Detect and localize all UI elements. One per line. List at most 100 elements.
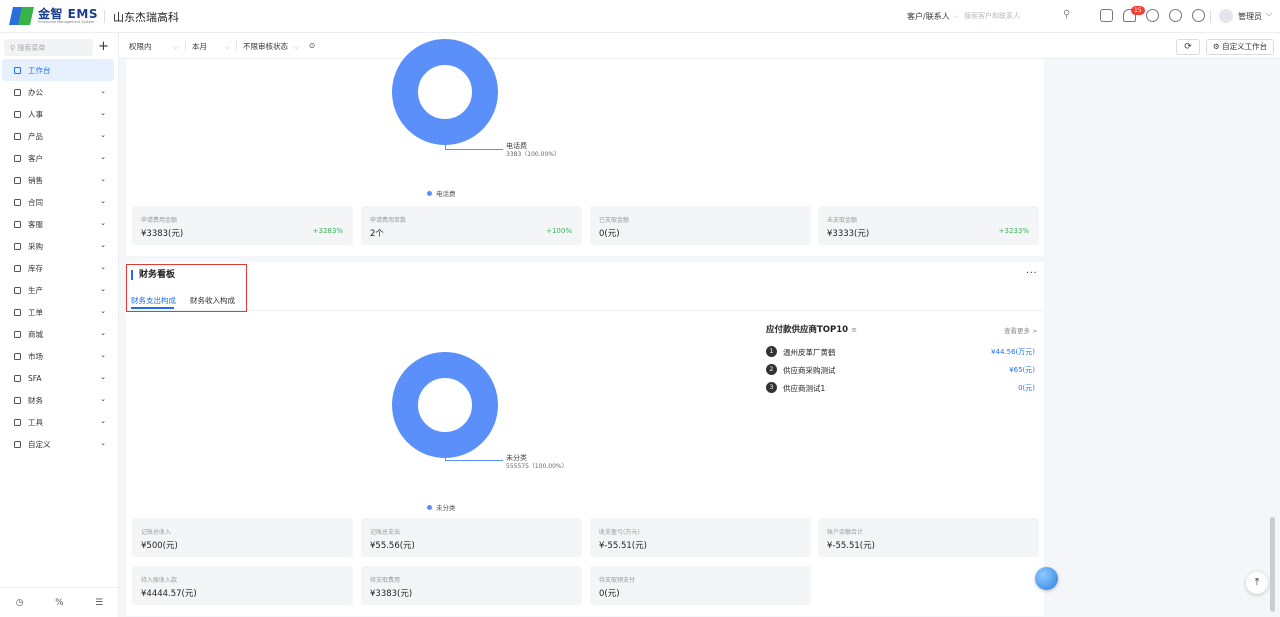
legend-dot-icon	[427, 504, 432, 510]
sidebar-item[interactable]: 产品 ⌄	[2, 125, 114, 147]
sidebar-item[interactable]: 商城 ⌄	[2, 323, 114, 345]
stat-card[interactable]: 申请费用单数 2个 +100%	[361, 206, 582, 245]
stat-title: 记账总收入	[141, 529, 172, 536]
stat-card[interactable]: 记账总收入 ¥500(元)	[132, 518, 353, 557]
customize-workspace-button[interactable]: ⚙ 自定义工作台	[1206, 39, 1274, 55]
production-icon	[14, 286, 21, 294]
finance-pie-slice[interactable]	[392, 352, 498, 458]
sidebar-item[interactable]: 客户 ⌄	[2, 147, 114, 169]
view-more-link[interactable]: 查看更多 >	[1004, 325, 1038, 335]
rank-number: 1	[766, 346, 777, 357]
username[interactable]: 管理员	[1238, 11, 1262, 22]
chevron-down-icon: ⌄	[100, 329, 106, 337]
product-icon	[14, 132, 21, 140]
sidebar-item-label: 财务	[28, 395, 43, 405]
sidebar-item[interactable]: 办公 ⌄	[2, 81, 114, 103]
contract-icon	[14, 198, 21, 206]
assistant-float-button[interactable]	[1035, 567, 1058, 590]
sidebar-item[interactable]: 合同 ⌄	[2, 191, 114, 213]
sidebar-item[interactable]: 工单 ⌄	[2, 301, 114, 323]
sidebar-item[interactable]: 生产 ⌄	[2, 279, 114, 301]
stat-value: 2个	[370, 229, 384, 239]
sort-icon[interactable]: ≡	[851, 326, 857, 334]
supplier-amount[interactable]: ¥44.56(万元)	[991, 347, 1035, 357]
dashboard-icon	[14, 66, 21, 74]
search-scope-select[interactable]: 客户/联系人 ⌵	[907, 11, 957, 22]
contacts-icon[interactable]	[1100, 9, 1113, 22]
chevron-down-icon: ⌄	[100, 307, 106, 315]
sidebar-item[interactable]: 财务 ⌄	[2, 389, 114, 411]
add-icon[interactable]: +	[98, 40, 109, 53]
scope-filter[interactable]: 权限内 ⌵	[129, 41, 178, 52]
sidebar-item[interactable]: 客服 ⌄	[2, 213, 114, 235]
clock-icon[interactable]	[1169, 9, 1182, 22]
history-icon[interactable]: ◷	[16, 598, 24, 608]
scrollbar[interactable]	[1270, 517, 1275, 612]
ranking-row[interactable]: 2 供应商采购测试 ¥65(元)	[766, 364, 1036, 376]
stat-value: ¥500(元)	[141, 541, 178, 551]
period-filter[interactable]: 本月 ⌵	[192, 41, 230, 52]
ranking-row[interactable]: 3 供应商测试1 0(元)	[766, 382, 1036, 394]
sidebar-item[interactable]: 销售 ⌄	[2, 169, 114, 191]
supplier-amount[interactable]: ¥65(元)	[1009, 365, 1035, 375]
stat-card[interactable]: 待支取费用 ¥3383(元)	[361, 566, 582, 605]
sidebar-item-label: 合同	[28, 197, 43, 207]
stat-card[interactable]: 已支取金额 0(元)	[590, 206, 811, 245]
menu-search-input[interactable]: ⚲ 搜索菜单	[4, 39, 93, 56]
stat-card[interactable]: 记账总支出 ¥55.56(元)	[361, 518, 582, 557]
finance-legend[interactable]: 未分类	[427, 502, 456, 512]
settings-icon[interactable]	[1192, 9, 1205, 22]
sidebar-item[interactable]: 市场 ⌄	[2, 345, 114, 367]
more-icon[interactable]: ···	[1026, 268, 1037, 279]
logo-subtitle: Enterprise Management System	[38, 19, 95, 24]
stat-value: 0(元)	[599, 229, 620, 239]
top-bar: 金智 EMS Enterprise Management System 山东杰瑞…	[0, 0, 1280, 33]
logo[interactable]: 金智 EMS Enterprise Management System	[9, 7, 98, 25]
stat-card[interactable]: 未支取金额 ¥3333(元) +3233%	[818, 206, 1039, 245]
sidebar-item-label: 客服	[28, 219, 43, 229]
chevron-down-icon[interactable]: ⌵	[1266, 9, 1272, 19]
stat-title: 待入账收入款	[141, 577, 178, 584]
back-to-top-icon[interactable]: ⤒	[1246, 572, 1268, 594]
sidebar-item-label: 办公	[28, 87, 43, 97]
sidebar-item[interactable]: 采购 ⌄	[2, 235, 114, 257]
ranking-row[interactable]: 1 温州皮革厂黄鹤 ¥44.56(万元)	[766, 346, 1036, 358]
chevron-down-icon: ⌄	[100, 241, 106, 249]
search-icon[interactable]: ⚲	[1063, 9, 1075, 21]
filter-settings-icon[interactable]: ⊙	[309, 41, 315, 50]
expense-legend[interactable]: 电话费	[427, 188, 456, 198]
stat-card[interactable]: 申请费用金额 ¥3383(元) +3283%	[132, 206, 353, 245]
chevron-down-icon: ⌄	[100, 417, 106, 425]
percent-icon[interactable]: %	[55, 598, 64, 608]
chevron-down-icon: ⌄	[100, 373, 106, 381]
finance-icon	[14, 396, 21, 404]
stat-card[interactable]: 待支取预支付 0(元)	[590, 566, 811, 605]
market-icon	[14, 352, 21, 360]
sidebar-item[interactable]: 库存 ⌄	[2, 257, 114, 279]
sidebar-item-label: SFA	[28, 373, 42, 383]
hr-icon	[14, 110, 21, 118]
sidebar-item[interactable]: 人事 ⌄	[2, 103, 114, 125]
sidebar-item[interactable]: 工具 ⌄	[2, 411, 114, 433]
expense-pie-slice[interactable]	[392, 39, 498, 145]
stat-card[interactable]: 账户余额合计 ¥-55.51(元)	[818, 518, 1039, 557]
sidebar-item-label: 工作台	[28, 65, 51, 75]
service-icon	[14, 220, 21, 228]
divider	[126, 310, 1044, 311]
sidebar-item[interactable]: SFA ⌄	[2, 367, 114, 389]
audit-filter[interactable]: 不限审核状态 ⌵	[243, 41, 299, 52]
global-search-input[interactable]: 搜索客户和联系人	[964, 11, 1076, 21]
stat-card[interactable]: 待入账收入款 ¥4444.57(元)	[132, 566, 353, 605]
menu-settings-icon[interactable]: ☰	[95, 598, 103, 608]
stat-card[interactable]: 收支盈亏(万元) ¥-55.51(元)	[590, 518, 811, 557]
stat-title: 收支盈亏(万元)	[599, 529, 640, 536]
sidebar-item[interactable]: 工作台	[2, 59, 114, 81]
chevron-down-icon: ⌄	[100, 395, 106, 403]
avatar[interactable]	[1219, 9, 1233, 23]
supplier-amount[interactable]: 0(元)	[1018, 383, 1035, 393]
refresh-button[interactable]: ⟳	[1176, 39, 1200, 55]
stat-title: 未支取金额	[827, 217, 858, 224]
help-icon[interactable]	[1146, 9, 1159, 22]
stat-value: 0(元)	[599, 589, 620, 599]
sidebar-item[interactable]: 自定义 ⌄	[2, 433, 114, 455]
